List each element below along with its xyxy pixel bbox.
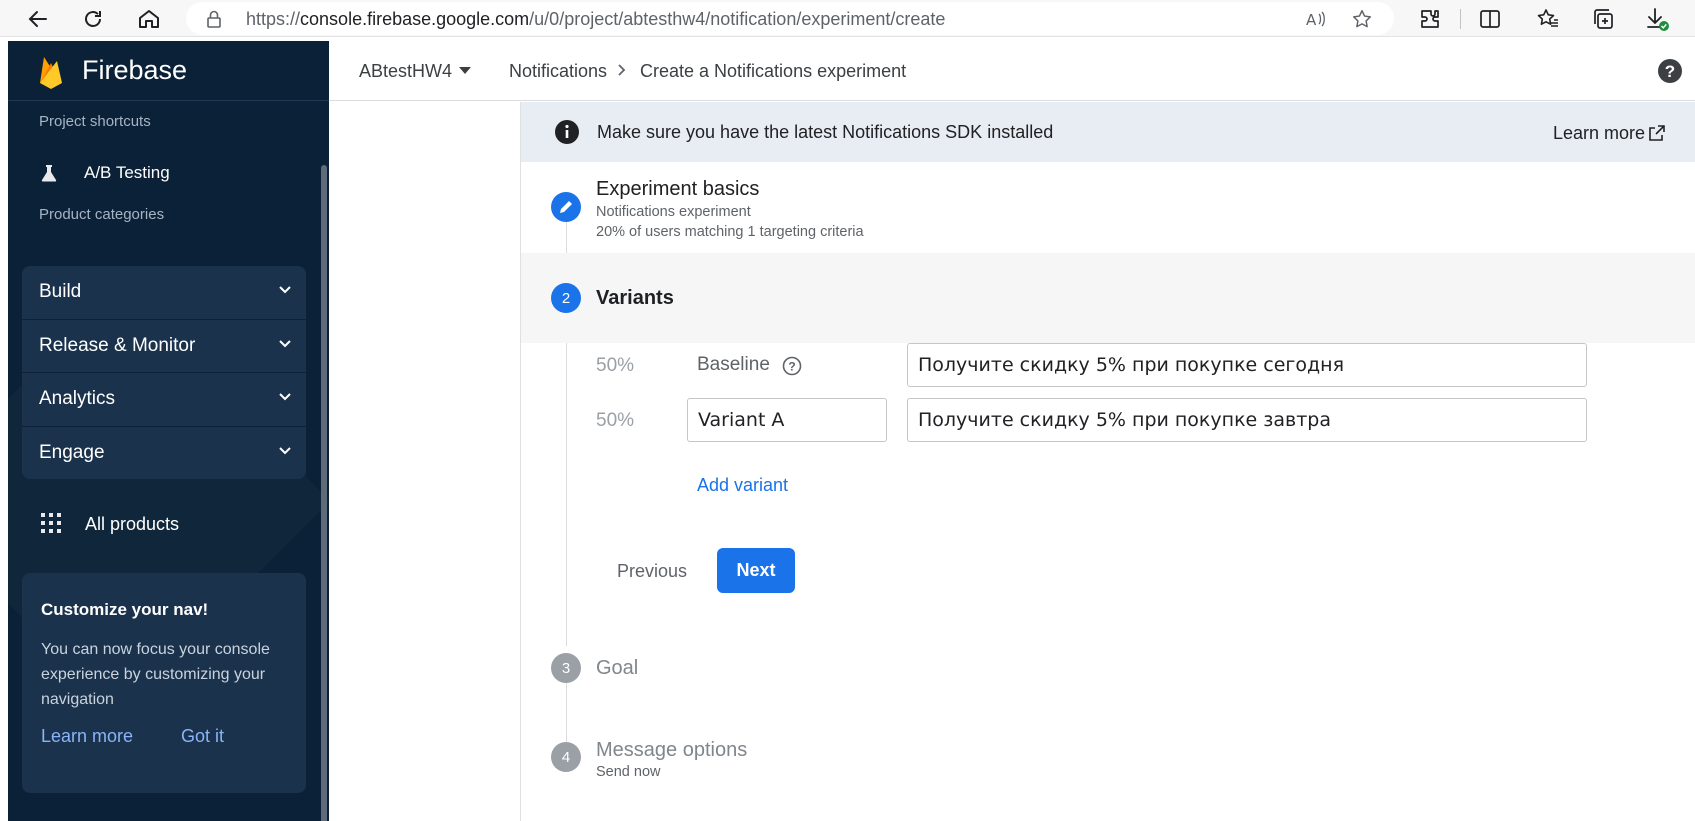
split-screen-button[interactable]	[1476, 5, 1504, 33]
url-text: https://console.firebase.google.com/u/0/…	[246, 9, 946, 29]
svg-text:?: ?	[788, 360, 795, 374]
category-engage[interactable]: Engage	[22, 427, 306, 480]
project-selector[interactable]: ABtestHW4	[359, 61, 452, 82]
baseline-percent: 50%	[596, 355, 635, 376]
step-4-title[interactable]: Message options	[596, 739, 747, 762]
all-products-item[interactable]: All products	[8, 503, 329, 543]
customize-title: Customize your nav!	[41, 600, 209, 619]
step-4-subtitle: Send now	[596, 764, 661, 780]
variant-a-percent: 50%	[596, 410, 635, 431]
address-bar[interactable]: https://console.firebase.google.com/u/0/…	[186, 2, 1394, 35]
variant-a-message-input[interactable]: Получите скидку 5% при покупке завтра	[907, 398, 1587, 442]
chevron-down-icon	[279, 446, 291, 454]
help-outline-icon[interactable]: ?	[782, 356, 802, 376]
extensions-button[interactable]	[1416, 5, 1444, 33]
step-1-title: Experiment basics	[596, 178, 760, 200]
breadcrumb-current: Create a Notifications experiment	[640, 61, 907, 81]
pencil-icon	[560, 201, 572, 213]
favorites-button[interactable]	[1534, 5, 1562, 33]
step-1-subtitle: Notifications experiment	[596, 204, 751, 220]
caret-down-icon[interactable]	[459, 67, 471, 75]
reload-icon	[85, 11, 101, 27]
stepper-connector	[566, 682, 567, 742]
chevron-down-icon	[279, 339, 291, 347]
toolbar-divider	[1460, 9, 1461, 29]
variant-a-name-input[interactable]: Variant A	[687, 398, 887, 442]
home-icon	[139, 10, 159, 28]
previous-button[interactable]: Previous	[605, 549, 699, 593]
step-2-title: Variants	[596, 287, 674, 309]
next-button[interactable]: Next	[717, 548, 795, 593]
baseline-label: Baseline	[697, 354, 770, 375]
lock-icon	[207, 10, 221, 28]
collections-button[interactable]	[1589, 5, 1617, 33]
category-group: Build Release & Monitor Analytics Engage	[22, 266, 306, 479]
browser-toolbar: https://console.firebase.google.com/u/0/…	[0, 0, 1695, 37]
step-3-number: 3	[551, 653, 581, 683]
banner-message: Make sure you have the latest Notificati…	[597, 122, 1054, 142]
customize-got-it-button[interactable]: Got it	[181, 726, 224, 747]
breadcrumb-notifications[interactable]: Notifications	[509, 61, 607, 82]
main-content	[329, 102, 1695, 821]
step-1-targeting: 20% of users matching 1 targeting criter…	[596, 224, 864, 240]
category-analytics[interactable]: Analytics	[22, 373, 306, 427]
info-icon	[555, 120, 579, 144]
collections-icon	[1594, 9, 1613, 29]
stepper-connector	[566, 313, 567, 646]
category-build[interactable]: Build	[22, 266, 306, 320]
all-products-label: All products	[85, 514, 180, 534]
step-2-number: 2	[551, 283, 581, 313]
step-4-number: 4	[551, 742, 581, 772]
back-button[interactable]	[24, 5, 52, 33]
baseline-message-input[interactable]: Получите скидку 5% при покупке сегодня	[907, 343, 1587, 387]
sidebar-brand[interactable]: Firebase	[8, 41, 329, 101]
sidebar: Firebase Project shortcuts A/B Testing P…	[8, 41, 329, 821]
step-1-edit-icon[interactable]	[551, 192, 581, 222]
product-categories-label: Product categories	[39, 206, 165, 223]
svg-text:A: A	[1306, 11, 1317, 29]
category-label: Build	[39, 281, 82, 302]
add-variant-button[interactable]: Add variant	[697, 475, 788, 496]
customize-learn-more-link[interactable]: Learn more	[41, 726, 133, 747]
firebase-logo-icon	[40, 57, 62, 89]
content-left-border	[520, 102, 521, 821]
chevron-down-icon	[279, 286, 291, 294]
category-label: Release & Monitor	[39, 334, 196, 356]
category-label: Analytics	[39, 388, 116, 409]
console-header: ABtestHW4 Notifications Create a Notific…	[329, 41, 1695, 101]
chevron-right-icon	[618, 64, 626, 76]
sidebar-scrollbar[interactable]	[321, 165, 327, 821]
star-icon[interactable]	[1351, 8, 1373, 30]
svg-text:?: ?	[1665, 62, 1675, 81]
customize-body: You can now focus your console experienc…	[41, 641, 270, 708]
home-button[interactable]	[135, 5, 163, 33]
reload-button[interactable]	[79, 5, 107, 33]
customize-nav-card: Customize your nav! You can now focus yo…	[22, 573, 306, 793]
back-arrow-icon	[28, 11, 47, 27]
banner-learn-more-link[interactable]: Learn more	[1553, 123, 1645, 144]
category-release-monitor[interactable]: Release & Monitor	[22, 320, 306, 373]
project-shortcuts-label: Project shortcuts	[39, 113, 151, 130]
read-aloud-icon[interactable]: A	[1304, 8, 1326, 30]
category-label: Engage	[39, 441, 105, 463]
split-screen-icon	[1480, 10, 1500, 28]
help-icon[interactable]: ?	[1657, 58, 1683, 84]
sdk-banner: Make sure you have the latest Notificati…	[521, 102, 1695, 162]
puzzle-icon	[1421, 10, 1439, 28]
step-2-header	[521, 253, 1695, 343]
flask-icon	[41, 165, 57, 182]
downloads-button[interactable]	[1643, 5, 1671, 33]
sidebar-item-ab-testing[interactable]: A/B Testing	[8, 153, 329, 193]
external-link-icon[interactable]	[1649, 125, 1665, 141]
grid-icon	[41, 513, 61, 533]
favorites-icon	[1537, 9, 1558, 27]
step-3-title[interactable]: Goal	[596, 657, 638, 680]
chevron-down-icon	[279, 393, 291, 401]
download-icon	[1647, 8, 1669, 31]
sidebar-item-label: A/B Testing	[84, 163, 170, 182]
brand-name: Firebase	[82, 55, 188, 85]
